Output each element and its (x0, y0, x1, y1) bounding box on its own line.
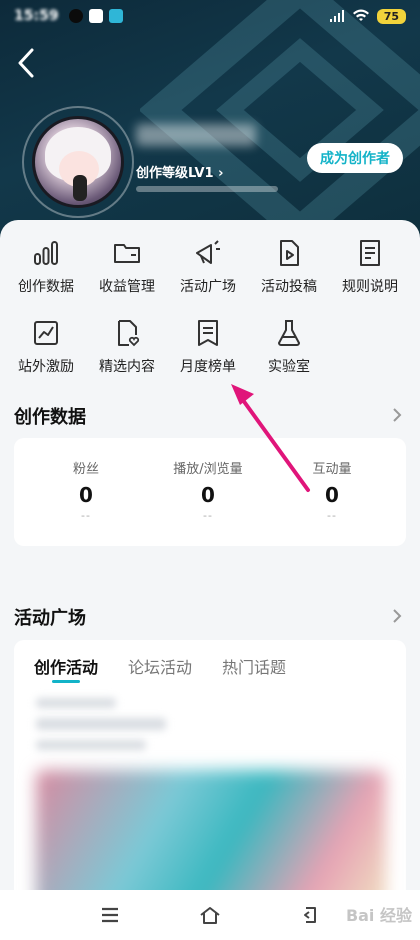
signal-icon (329, 10, 344, 22)
creator-level-label: 创作等级LV1 (136, 166, 214, 181)
notification-app-icon (108, 9, 123, 23)
stat-label: 互动量 (312, 462, 352, 477)
tool-laboratory[interactable]: 实验室 (249, 318, 329, 376)
stat-value: 0 (325, 483, 339, 507)
megaphone-icon (196, 240, 220, 264)
stat-change: -- (203, 509, 213, 522)
tool-activity-square[interactable]: 活动广场 (168, 238, 248, 296)
blurred-text (36, 698, 116, 708)
stat-label: 粉丝 (72, 462, 99, 477)
tool-monthly-ranking[interactable]: 月度榜单 (168, 318, 248, 376)
document-icon (360, 240, 380, 266)
active-tab-indicator (52, 680, 80, 683)
stat-interactions: 互动量 0 -- (272, 458, 392, 522)
header-pattern-decoration (140, 0, 420, 240)
creation-data-title: 创作数据 (14, 407, 86, 428)
tool-offsite-incentive[interactable]: 站外激励 (6, 318, 86, 376)
activity-banner-image[interactable] (36, 770, 386, 900)
bar-chart-icon (34, 241, 58, 265)
profile-header: 15:59 75 创作等级LV1 › 成为创作者 (0, 0, 420, 240)
video-file-icon (280, 240, 299, 266)
flask-icon (278, 320, 300, 346)
become-creator-button[interactable]: 成为创作者 (307, 143, 403, 173)
status-bar: 15:59 75 (0, 0, 420, 32)
tool-creation-data[interactable]: 创作数据 (6, 238, 86, 296)
tool-rules[interactable]: 规则说明 (330, 238, 410, 296)
level-progress-bar (136, 186, 278, 192)
tool-label: 活动广场 (180, 279, 236, 295)
home-icon[interactable] (198, 903, 222, 927)
stat-change: -- (327, 509, 337, 522)
tool-label: 收益管理 (99, 279, 155, 295)
tool-label: 精选内容 (99, 359, 155, 375)
stat-change: -- (81, 509, 91, 522)
blurred-text (36, 740, 146, 750)
stat-value: 0 (79, 483, 93, 507)
tool-activity-submission[interactable]: 活动投稿 (249, 238, 329, 296)
tab-hot-topics[interactable]: 热门话题 (222, 654, 286, 678)
tab-forum-activity[interactable]: 论坛活动 (128, 654, 192, 678)
creator-level-link[interactable]: 创作等级LV1 › (136, 162, 224, 181)
ribbon-list-icon (198, 320, 218, 346)
avatar-ring (22, 106, 134, 218)
wallet-icon (114, 244, 140, 263)
tab-creation-activity[interactable]: 创作活动 (34, 654, 98, 678)
avatar[interactable] (32, 116, 124, 208)
back-arrow-icon[interactable] (12, 46, 40, 80)
file-heart-icon (118, 320, 140, 347)
tool-label: 月度榜单 (180, 359, 236, 375)
notification-icons (68, 9, 123, 23)
tool-label: 活动投稿 (261, 279, 317, 295)
stat-views: 播放/浏览量 0 -- (148, 458, 268, 522)
tool-label: 实验室 (268, 359, 310, 375)
stat-label: 播放/浏览量 (173, 462, 243, 477)
menu-icon[interactable] (98, 903, 122, 927)
battery-indicator: 75 (376, 8, 406, 24)
baidu-watermark: Bai 经验 (345, 906, 412, 925)
trend-chart-icon (34, 321, 58, 345)
tool-label: 创作数据 (18, 279, 74, 295)
notification-app-icon (88, 9, 103, 23)
tool-label: 规则说明 (342, 279, 398, 295)
status-right: 75 (329, 8, 406, 24)
stat-fans: 粉丝 0 -- (26, 458, 146, 522)
chevron-right-icon[interactable] (390, 408, 404, 422)
tool-featured-content[interactable]: 精选内容 (87, 318, 167, 376)
wifi-icon (352, 9, 369, 21)
back-icon[interactable] (298, 903, 322, 927)
stat-value: 0 (201, 483, 215, 507)
chevron-right-icon[interactable] (390, 609, 404, 623)
username-blurred (136, 124, 256, 146)
chevron-right-icon: › (218, 166, 224, 181)
activity-square-title: 活动广场 (14, 608, 86, 629)
notification-app-icon (68, 9, 83, 23)
creation-data-card[interactable]: 粉丝 0 -- 播放/浏览量 0 -- 互动量 0 -- (14, 438, 406, 546)
tool-earnings[interactable]: 收益管理 (87, 238, 167, 296)
avatar-microphone (73, 175, 87, 201)
blurred-text (36, 718, 166, 730)
tool-label: 站外激励 (18, 359, 74, 375)
status-time: 15:59 (14, 8, 59, 24)
activity-card: 创作活动 论坛活动 热门话题 (14, 640, 406, 900)
